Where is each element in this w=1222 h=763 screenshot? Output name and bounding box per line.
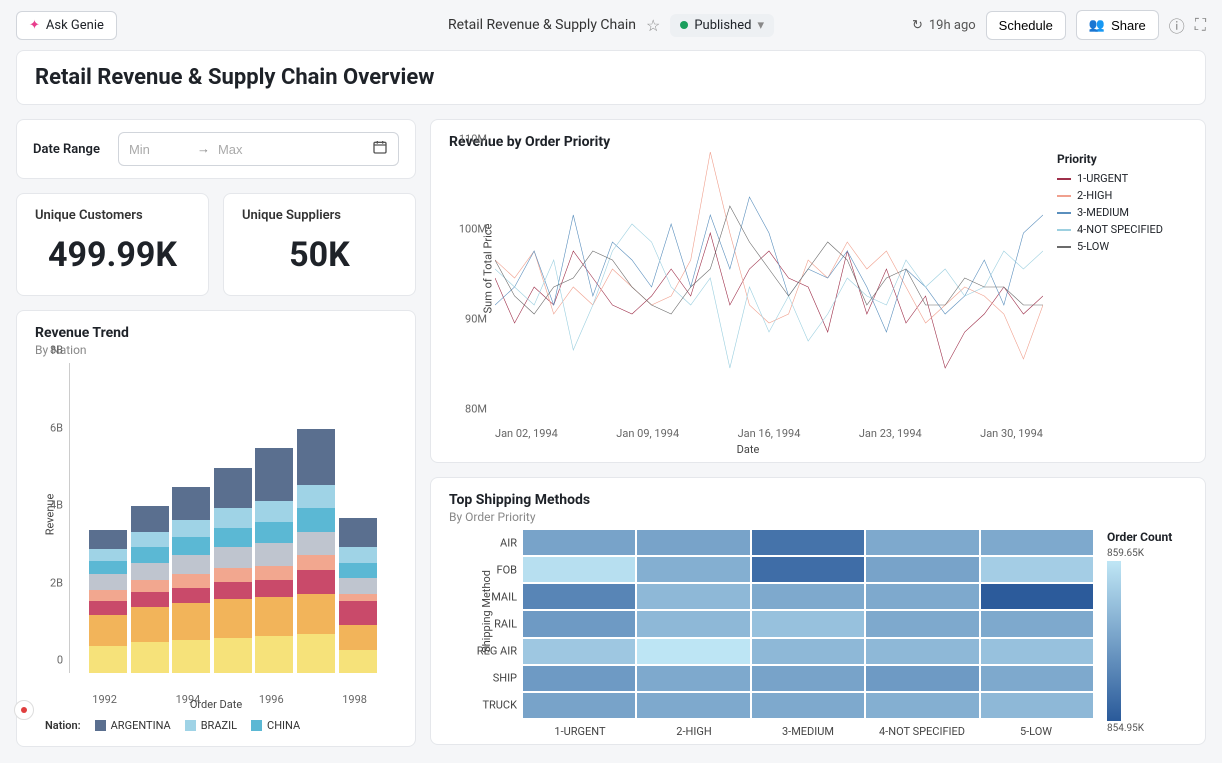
revenue-trend-title: Revenue Trend (35, 325, 397, 341)
share-button[interactable]: 👥 Share (1076, 10, 1159, 40)
heat-grid (523, 530, 1093, 718)
line-legend-title: Priority (1057, 152, 1187, 166)
date-min-input[interactable] (129, 142, 189, 157)
legend-item[interactable]: BRAZIL (185, 719, 237, 732)
line-xlabel: Date (737, 443, 760, 456)
dashboard-title-group: Retail Revenue & Supply Chain ☆ Publishe… (448, 14, 774, 37)
content-wrapper: Retail Revenue & Supply Chain Overview D… (0, 50, 1222, 763)
schedule-label: Schedule (999, 18, 1053, 33)
heat-legend-min: 854.95K (1107, 723, 1187, 734)
dashboard-name: Retail Revenue & Supply Chain (448, 17, 636, 33)
legend-item[interactable]: 3-MEDIUM (1057, 206, 1187, 219)
shipping-methods-card: Top Shipping Methods By Order Priority S… (430, 477, 1206, 745)
shipping-heatmap[interactable]: Shipping Method AIRFOBMAILRAILREG AIRSHI… (449, 530, 1097, 740)
ask-genie-label: Ask Genie (46, 18, 104, 33)
date-range-input-wrap[interactable]: → (118, 132, 399, 166)
kpi-customers-label: Unique Customers (35, 208, 190, 223)
revenue-priority-chart[interactable]: Sum of Total Price 80M90M100M110M Jan 02… (449, 152, 1047, 452)
heat-legend-title: Order Count (1107, 530, 1187, 544)
arrow-right-icon: → (197, 141, 210, 157)
published-label: Published (694, 18, 751, 33)
bar-plot (69, 363, 393, 673)
kpi-unique-customers: Unique Customers 499.99K (16, 193, 209, 296)
calendar-icon[interactable] (372, 139, 388, 159)
legend-item[interactable]: 2-HIGH (1057, 189, 1187, 202)
people-icon: 👥 (1089, 17, 1105, 33)
date-range-label: Date Range (33, 142, 100, 157)
legend-item[interactable]: ARGENTINA (95, 719, 171, 732)
fullscreen-icon[interactable]: ⛶ (1195, 15, 1206, 35)
page-title-card: Retail Revenue & Supply Chain Overview (16, 50, 1206, 105)
line-xaxis: Jan 02, 1994Jan 09, 1994Jan 16, 1994Jan … (495, 427, 1043, 440)
status-dot-icon (680, 21, 688, 29)
revenue-priority-card: Revenue by Order Priority Sum of Total P… (430, 119, 1206, 463)
date-max-input[interactable] (218, 142, 278, 157)
kpi-customers-value: 499.99K (35, 229, 190, 281)
legend-item[interactable]: 1-URGENT (1057, 172, 1187, 185)
legend-item[interactable]: CHINA (251, 719, 300, 732)
bar-legend: Nation: ARGENTINA BRAZIL CHINA (35, 719, 397, 732)
kpi-suppliers-label: Unique Suppliers (242, 208, 397, 223)
bar-xlabel: Order Date (190, 698, 242, 711)
heat-xaxis: 1-URGENT2-HIGH3-MEDIUM4-NOT SPECIFIED5-L… (523, 725, 1093, 738)
refresh-icon: ↻ (912, 18, 923, 33)
heat-yaxis: AIRFOBMAILRAILREG AIRSHIPTRUCK (449, 530, 521, 718)
kpi-suppliers-value: 50K (242, 229, 397, 281)
legend-item[interactable]: 5-LOW (1057, 240, 1187, 253)
heat-legend-max: 859.65K (1107, 548, 1187, 559)
heat-legend: Order Count 859.65K 854.95K (1107, 530, 1187, 740)
legend-item[interactable]: 4-NOT SPECIFIED (1057, 223, 1187, 236)
chevron-down-icon: ▾ (757, 18, 764, 33)
legend-nation-label: Nation: (45, 719, 81, 732)
topbar: ✦ Ask Genie Retail Revenue & Supply Chai… (0, 0, 1222, 50)
revenue-trend-chart[interactable]: Revenue 02B4B6B8B 1992199419961998 Order… (35, 363, 397, 713)
topbar-right: ↻ 19h ago Schedule 👥 Share ⓘ ⛶ (912, 10, 1206, 40)
revenue-trend-card: Revenue Trend By Nation Revenue 02B4B6B8… (16, 310, 416, 747)
ask-genie-button[interactable]: ✦ Ask Genie (16, 11, 117, 40)
refresh-age: 19h ago (929, 18, 976, 33)
refresh-button[interactable]: ↻ 19h ago (912, 18, 976, 33)
kpi-unique-suppliers: Unique Suppliers 50K (223, 193, 416, 296)
revenue-priority-title: Revenue by Order Priority (449, 134, 1187, 150)
date-range-filter: Date Range → (16, 119, 416, 179)
star-icon[interactable]: ☆ (646, 16, 660, 35)
schedule-button[interactable]: Schedule (986, 11, 1066, 40)
bar-yaxis: 02B4B6B8B (35, 363, 67, 673)
line-legend: Priority 1-URGENT 2-HIGH 3-MEDIUM 4-NOT SPE… (1057, 152, 1187, 452)
page-title: Retail Revenue & Supply Chain Overview (35, 65, 1187, 90)
shipping-title: Top Shipping Methods (449, 492, 1187, 508)
share-label: Share (1111, 18, 1146, 33)
sparkle-icon: ✦ (29, 18, 40, 33)
info-icon[interactable]: ⓘ (1169, 13, 1185, 37)
revenue-trend-subtitle: By Nation (35, 343, 397, 357)
heat-gradient-icon (1107, 561, 1121, 721)
publish-status-badge[interactable]: Published ▾ (670, 14, 774, 37)
shipping-subtitle: By Order Priority (449, 510, 1187, 524)
notification-indicator[interactable] (14, 700, 34, 720)
line-yaxis: 80M90M100M110M (449, 152, 491, 422)
line-plot (495, 152, 1043, 422)
